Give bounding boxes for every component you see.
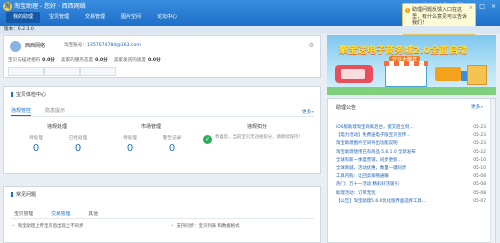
avatar — [10, 41, 21, 52]
main-nav: 我的助理 宝贝管理 交易管理 图片空间 论坛中心 — [6, 12, 184, 23]
profile-tab[interactable] — [44, 67, 80, 76]
stat-label: 警告记录 — [162, 136, 182, 141]
block-title: 市场管理 — [140, 124, 161, 130]
announcement-item[interactable]: 全球商城，活动优惠，数量一键同步 05-10 — [336, 165, 486, 173]
violation-message: 恭喜您，当前宝贝无违规扣分，请继续保持！ — [215, 135, 303, 140]
nav-tab-items[interactable]: 宝贝管理 — [42, 12, 76, 23]
announcement-item[interactable]: 热门：万十一活动 精彩好活吸引 05-08 — [336, 181, 486, 189]
profile-tab[interactable] — [8, 67, 44, 76]
username: 西西网络 — [25, 43, 46, 49]
announcement-item[interactable]: 工具内购：让回卖家畅通赚 05-08 — [336, 173, 486, 181]
announcement-item[interactable]: 助理活动：订单无忧 05-08 — [336, 190, 486, 198]
stat-label: 待处理 — [29, 136, 43, 141]
profile-tabs — [8, 67, 116, 76]
violation-handling-block: 违规处理 待处理 0 已经处理 0 — [12, 123, 102, 154]
announcement-item[interactable]: 淘宝助理图片空间导出功能说明 05-23 — [336, 140, 486, 148]
market-management-block: 市场管理 待处理 0 警告记录 0 — [106, 123, 196, 154]
divider — [11, 218, 314, 219]
grass-illustration — [327, 87, 496, 95]
nav-tab-images[interactable]: 图片空间 — [114, 12, 148, 23]
tab-violation-control[interactable]: 违规管控 — [11, 107, 32, 116]
announcement-item[interactable]: 淘宝助理使用已有商品 5.6.1.0 全新发布 05-22 — [336, 149, 486, 157]
more-link[interactable]: 更多» — [302, 109, 314, 115]
close-icon[interactable]: × — [491, 2, 496, 11]
announcement-item[interactable]: 全球有新一季度营销，同步更新… 05-10 — [336, 157, 486, 165]
faq-link[interactable]: 淘宝助理上传宝贝后出现上不同步 — [12, 223, 84, 229]
window-title: 淘宝助理 - 您好 · 西西网络 — [14, 3, 86, 10]
rating-item: 卖家发货的速度 0.0分 — [113, 58, 161, 63]
block-title: 违规处理 — [46, 124, 67, 130]
banner-headline: 聚宝送电子商务城2.0全面启动 — [339, 46, 468, 56]
stat-count[interactable]: 0 — [157, 143, 187, 154]
rating-item: 卖家的服务态度 0.0分 — [60, 58, 108, 63]
tooltip-close-icon[interactable]: × — [469, 5, 473, 12]
info-icon: ! — [405, 8, 410, 13]
truck-illustration — [435, 67, 469, 81]
announcements-panel: 助理公告 更多» iOS版助理淘宝商家后台，提交后立刻… 05-23 【电力活动】… — [327, 98, 496, 243]
account-info: 淘宝账号：1357074784@163.com — [64, 42, 141, 48]
announcement-item[interactable]: 【公告】淘宝助理5.6.0优化版界面选择工具… 05-07 — [336, 198, 486, 206]
divider — [11, 116, 314, 117]
stat-count[interactable]: 0 — [63, 143, 93, 154]
nav-tab-trades[interactable]: 交易管理 — [78, 12, 112, 23]
check-shield-icon: ✓ — [203, 135, 212, 144]
item-check-center: 宝贝体检中心 违规管控 隐患提示 更多» 违规处理 待处理 0 已经处理 0 市… — [3, 86, 321, 174]
stat-label: 待处理 — [123, 136, 137, 141]
faq-link[interactable]: 支持同步：宝贝列表 和数据格式 — [171, 223, 240, 229]
profile-tab[interactable] — [80, 67, 116, 76]
section-title: 宝贝体检中心 — [11, 91, 46, 98]
stat-count[interactable]: 0 — [21, 143, 51, 154]
more-link[interactable]: 更多» — [471, 104, 483, 110]
tooltip-text: 助理问题反馈入口在这里，有什么意见可以告诉我们！ — [412, 7, 468, 26]
gift-box-illustration — [467, 65, 487, 85]
tab-risk-hints[interactable]: 隐患提示 — [45, 107, 65, 116]
maximize-icon[interactable]: □ — [479, 2, 485, 11]
storefront-illustration — [384, 61, 428, 87]
shop-ratings: 宝贝与描述相符 0.0分 卖家的服务态度 0.0分 卖家发货的速度 0.0分 — [8, 57, 161, 63]
billboard-illustration — [335, 65, 373, 83]
panel-title: 助理公告 — [336, 105, 357, 111]
version-text: 版本：6.2.3.0 — [4, 27, 34, 32]
rating-item: 宝贝与描述相符 0.0分 — [8, 58, 55, 63]
settings-icon[interactable]: ⚙ — [309, 42, 314, 49]
check-tabs: 违规管控 隐患提示 — [11, 107, 65, 116]
nav-tab-my-assistant[interactable]: 我的助理 — [6, 12, 41, 23]
announcement-item[interactable]: 【电力活动】免费送电子版宝贝宣传… 05-23 — [336, 132, 486, 140]
announcement-list: iOS版助理淘宝商家后台，提交后立刻… 05-23 【电力活动】免费送电子版宝贝宣… — [336, 124, 486, 206]
promo-banner[interactable]: 聚宝送电子商务城2.0全面启动 开业大酬宾 — [327, 35, 496, 95]
version-bar: 版本：6.2.3.0 — [0, 26, 500, 34]
announcement-item[interactable]: iOS版助理淘宝商家后台，提交后立刻… 05-23 — [336, 124, 486, 132]
stat-count[interactable]: 0 — [115, 143, 145, 154]
stat-label: 已经处理 — [68, 136, 88, 141]
section-title: 常见问题 — [11, 191, 36, 198]
app-logo-icon: 淘 — [3, 2, 12, 11]
nav-tab-forum[interactable]: 论坛中心 — [150, 12, 184, 23]
account-value[interactable]: 1357074784@163.com — [87, 43, 141, 48]
profile-card: 西西网络 淘宝账号：1357074784@163.com ⚙ 宝贝与描述相符 0.… — [3, 35, 321, 78]
scrollbar[interactable] — [490, 99, 495, 243]
faq-panel: 常见问题 宝贝管理 交易管理 其他 淘宝助理上传宝贝后出现上不同步 支持同步：宝… — [3, 186, 321, 243]
block-title: 违规扣分 — [246, 124, 267, 130]
violation-points-block: 违规扣分 ✓ 恭喜您，当前宝贝无违规扣分，请继续保持！ — [197, 123, 317, 144]
account-label: 淘宝账号： — [64, 43, 87, 48]
